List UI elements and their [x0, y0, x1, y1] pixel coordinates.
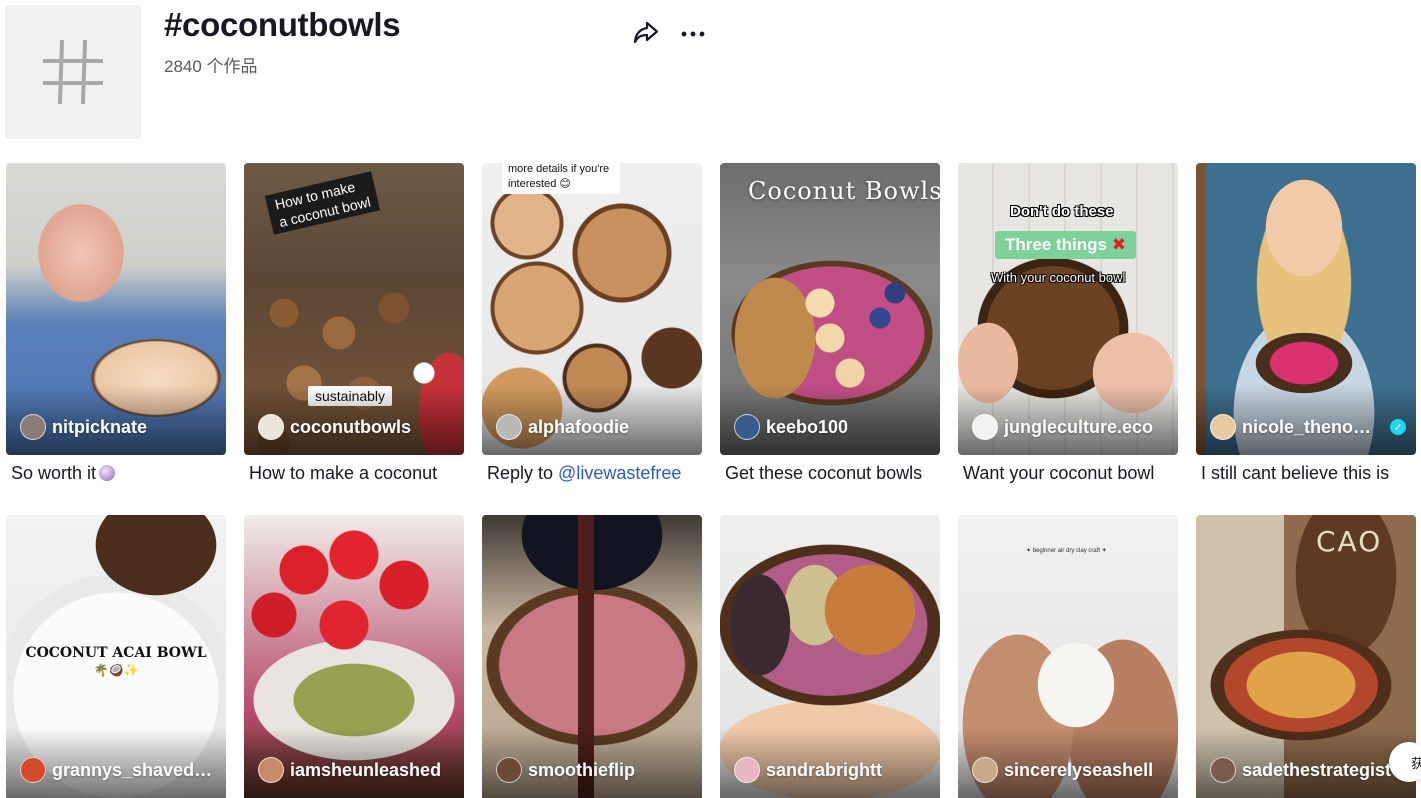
video-card[interactable]: more details if you're interested 😊 alph… — [482, 163, 702, 515]
avatar — [258, 757, 284, 783]
author-name: sincerelyseashell — [1004, 759, 1154, 780]
orb-emoji-icon — [99, 465, 116, 481]
overlay-title: COCONUT ACAI BOWL — [25, 645, 207, 661]
side-floating-button[interactable]: 获 — [1389, 742, 1421, 782]
author-name: keebo100 — [766, 416, 849, 437]
video-card[interactable]: How to makea coconut bowl sustainably co… — [244, 163, 464, 515]
video-caption[interactable]: I still cant believe this is — [1196, 463, 1416, 484]
avatar — [1210, 757, 1236, 783]
verified-badge-icon: ✓ — [1390, 419, 1406, 435]
caption-text: Reply to — [487, 463, 559, 483]
video-author[interactable]: alphafoodie — [496, 414, 692, 440]
video-author[interactable]: grannys_shaved_i... — [20, 757, 216, 783]
avatar — [258, 414, 284, 440]
video-card[interactable]: nitpicknate So worth it — [6, 163, 226, 515]
avatar — [734, 757, 760, 783]
video-thumbnail[interactable]: nitpicknate — [6, 163, 226, 455]
avatar — [496, 414, 522, 440]
video-card[interactable]: Don't do these Three things ✖ With your … — [958, 163, 1178, 515]
video-card[interactable]: smoothieflip — [482, 515, 702, 798]
more-options-button[interactable] — [675, 14, 711, 50]
share-button[interactable] — [628, 14, 664, 50]
video-author[interactable]: keebo100 — [734, 414, 930, 440]
share-arrow-icon — [633, 21, 659, 44]
author-name: smoothieflip — [528, 759, 635, 780]
video-author[interactable]: smoothieflip — [496, 757, 692, 783]
video-thumbnail[interactable]: ✦ beginner air dry clay craft ✦ sincerel… — [958, 515, 1178, 798]
video-thumbnail[interactable]: COCONUT ACAI BOWL 🌴🥥✨ grannys_shaved_i..… — [6, 515, 226, 798]
video-author[interactable]: coconutbowls — [258, 414, 454, 440]
author-name: nicole_thenom... — [1242, 416, 1384, 437]
caption-text: So worth it — [11, 463, 97, 483]
badge-text: Three things — [1005, 235, 1108, 254]
avatar — [20, 757, 46, 783]
video-thumbnail[interactable]: iamsheunleashed — [244, 515, 464, 798]
video-author[interactable]: sadethestrategist — [1210, 757, 1406, 783]
avatar — [20, 414, 46, 440]
video-thumbnail[interactable]: Coconut Bowls keebo100 — [720, 163, 940, 455]
video-card[interactable]: COCONUT ACAI BOWL 🌴🥥✨ grannys_shaved_i..… — [6, 515, 226, 798]
video-grid: nitpicknate So worth it How to make a coc… — [6, 163, 1416, 798]
overlay-emoji: 🌴🥥✨ — [93, 663, 139, 677]
author-name: sandrabrightt — [766, 759, 883, 780]
hashtag-avatar — [5, 5, 141, 139]
overlay-note: more details if you're interested 😊 — [502, 163, 620, 194]
video-caption[interactable]: How to make a coconut — [244, 463, 464, 484]
overlay-title: Coconut Bowls — [748, 177, 940, 205]
video-card[interactable]: ✦ beginner air dry clay craft ✦ sincerel… — [958, 515, 1178, 798]
video-thumbnail[interactable]: CAO sadethestrategist — [1196, 515, 1416, 798]
author-name: jungleculture.eco — [1004, 416, 1154, 437]
video-card[interactable]: nicole_thenom... ✓ I still cant believe … — [1196, 163, 1416, 515]
author-name: alphafoodie — [528, 416, 630, 437]
avatar — [972, 757, 998, 783]
author-name: coconutbowls — [290, 416, 411, 437]
video-author[interactable]: sandrabrightt — [734, 757, 930, 783]
hashtag-icon — [43, 39, 103, 105]
author-name: iamsheunleashed — [290, 759, 442, 780]
avatar — [496, 757, 522, 783]
video-thumbnail[interactable]: How to makea coconut bowl sustainably co… — [244, 163, 464, 455]
more-dots-icon — [681, 31, 705, 37]
video-author[interactable]: iamsheunleashed — [258, 757, 454, 783]
overlay-badge: Three things ✖ — [995, 231, 1136, 259]
overlay-line2: With your coconut bowl — [991, 270, 1126, 285]
video-thumbnail[interactable]: Don't do these Three things ✖ With your … — [958, 163, 1178, 455]
author-name: sadethestrategist — [1242, 759, 1392, 780]
video-card[interactable]: Coconut Bowls keebo100 Get these coconut… — [720, 163, 940, 515]
page-title: #coconutbowls — [164, 6, 401, 43]
author-name: grannys_shaved_i... — [52, 759, 216, 780]
video-author[interactable]: sincerelyseashell — [972, 757, 1168, 783]
video-thumbnail[interactable]: more details if you're interested 😊 alph… — [482, 163, 702, 455]
avatar — [734, 414, 760, 440]
author-name: nitpicknate — [52, 416, 148, 437]
video-card[interactable]: CAO sadethestrategist — [1196, 515, 1416, 798]
video-author[interactable]: jungleculture.eco — [972, 414, 1168, 440]
avatar — [1210, 414, 1236, 440]
video-caption[interactable]: Reply to @livewastefree — [482, 463, 702, 484]
video-caption[interactable]: Get these coconut bowls — [720, 463, 940, 484]
work-count: 2840 个作品 — [164, 57, 258, 76]
video-author[interactable]: nicole_thenom... ✓ — [1210, 414, 1406, 440]
video-thumbnail[interactable]: nicole_thenom... ✓ — [1196, 163, 1416, 455]
overlay-line1: Don't do these — [1010, 203, 1114, 220]
mention-link[interactable]: @livewastefree — [558, 463, 681, 483]
video-author[interactable]: nitpicknate — [20, 414, 216, 440]
video-caption[interactable]: Want your coconut bowl — [958, 463, 1178, 484]
overlay-title: How to make a coconut bowl — [264, 171, 381, 235]
video-caption[interactable]: So worth it — [6, 463, 226, 484]
video-card[interactable]: sandrabrightt — [720, 515, 940, 798]
cross-mark-icon: ✖ — [1111, 235, 1126, 254]
overlay-brand: CAO — [1316, 525, 1383, 558]
avatar — [972, 414, 998, 440]
video-thumbnail[interactable]: sandrabrightt — [720, 515, 940, 798]
video-card[interactable]: iamsheunleashed — [244, 515, 464, 798]
overlay-note: ✦ beginner air dry clay craft ✦ — [1026, 548, 1107, 554]
video-thumbnail[interactable]: smoothieflip — [482, 515, 702, 798]
